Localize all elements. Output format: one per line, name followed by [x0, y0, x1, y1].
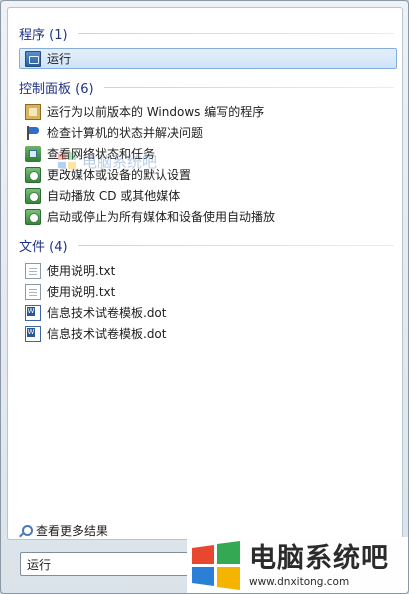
result-label: 启动或停止为所有媒体和设备使用自动播放 — [47, 210, 276, 224]
result-label: 使用说明.txt — [47, 285, 116, 299]
result-label: 信息技术试卷模板.dot — [47, 327, 167, 341]
group-header-files[interactable]: 文件 (4) — [8, 234, 402, 256]
result-item-file[interactable]: 信息技术试卷模板.dot — [19, 302, 397, 323]
brand-name: 电脑系统吧 — [249, 542, 389, 574]
group-divider — [103, 86, 394, 88]
result-label: 运行为以前版本的 Windows 编写的程序 — [47, 105, 265, 119]
see-more-results-link[interactable]: 查看更多结果 — [18, 522, 108, 539]
group-title-control-panel: 控制面板 (6) — [19, 81, 94, 97]
result-label: 运行 — [47, 52, 72, 66]
network-icon — [25, 145, 41, 162]
compatibility-icon — [25, 103, 41, 120]
group-title-programs: 程序 (1) — [19, 27, 68, 43]
result-item-autoplay-cd[interactable]: 自动播放 CD 或其他媒体 — [19, 185, 397, 206]
autoplay-icon — [25, 166, 41, 183]
windows-logo-icon — [189, 539, 243, 593]
result-item-autoplay-toggle[interactable]: 启动或停止为所有媒体和设备使用自动播放 — [19, 206, 397, 227]
run-icon — [25, 50, 41, 67]
result-label: 检查计算机的状态并解决问题 — [47, 126, 204, 140]
word-template-icon — [25, 304, 41, 321]
see-more-label: 查看更多结果 — [36, 524, 109, 538]
start-menu-search-window: 程序 (1) 运行 控制面板 (6) 运行为以前版本的 Windows 编写的程… — [0, 0, 409, 594]
result-item-file[interactable]: 使用说明.txt — [19, 260, 397, 281]
group-header-control-panel[interactable]: 控制面板 (6) — [8, 76, 402, 98]
text-file-icon — [25, 283, 41, 300]
word-template-icon — [25, 325, 41, 342]
search-input[interactable]: 运行 — [20, 552, 210, 576]
group-divider — [77, 32, 394, 34]
result-item-run[interactable]: 运行 — [19, 48, 397, 69]
group-title-files: 文件 (4) — [19, 239, 68, 255]
brand-watermark: 电脑系统吧 www.dnxitong.com — [187, 537, 408, 593]
search-results-panel: 程序 (1) 运行 控制面板 (6) 运行为以前版本的 Windows 编写的程… — [7, 7, 403, 540]
windows-logo-icon — [56, 150, 78, 172]
search-input-value: 运行 — [27, 557, 52, 572]
group-divider — [77, 244, 394, 246]
result-label: 信息技术试卷模板.dot — [47, 306, 167, 320]
brand-url: www.dnxitong.com — [249, 575, 350, 588]
autoplay-icon — [25, 187, 41, 204]
watermark-text: 电脑系统吧 — [82, 152, 158, 171]
group-programs: 程序 (1) — [8, 22, 402, 44]
group-control-panel: 控制面板 (6) — [8, 76, 402, 98]
autoplay-icon — [25, 208, 41, 225]
watermark: 电脑系统吧 — [56, 148, 206, 174]
result-item-action-center[interactable]: 检查计算机的状态并解决问题 — [19, 122, 397, 143]
group-files: 文件 (4) — [8, 234, 402, 256]
text-file-icon — [25, 262, 41, 279]
action-center-flag-icon — [25, 125, 41, 141]
result-item-compatibility[interactable]: 运行为以前版本的 Windows 编写的程序 — [19, 101, 397, 122]
result-item-file[interactable]: 信息技术试卷模板.dot — [19, 323, 397, 344]
result-label: 使用说明.txt — [47, 264, 116, 278]
group-header-programs[interactable]: 程序 (1) — [8, 22, 402, 44]
result-item-file[interactable]: 使用说明.txt — [19, 281, 397, 302]
result-label: 自动播放 CD 或其他媒体 — [47, 189, 181, 203]
search-icon — [18, 524, 33, 538]
